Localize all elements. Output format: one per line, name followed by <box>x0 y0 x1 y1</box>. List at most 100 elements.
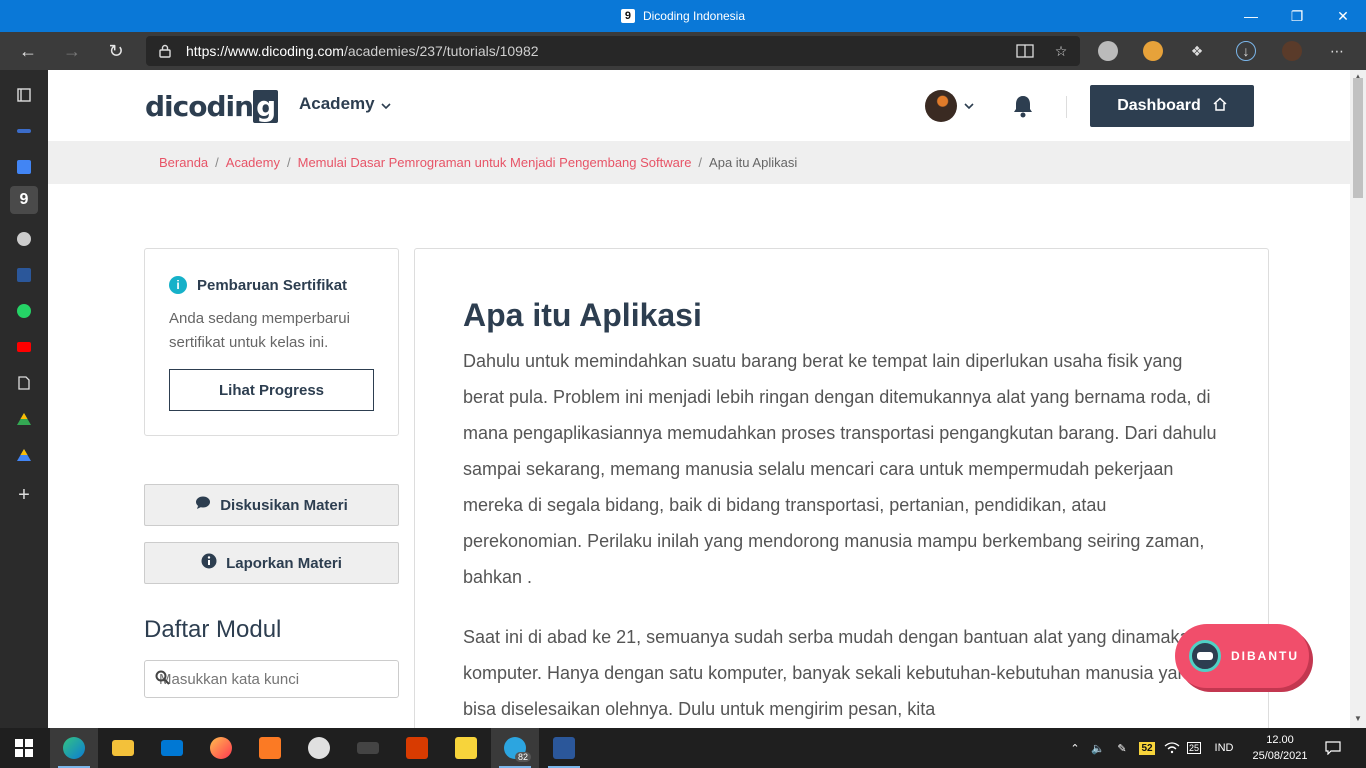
article-paragraph-1: Dahulu untuk memindahkan suatu barang be… <box>463 351 1217 587</box>
certificate-card-description: Anda sedang memperbarui sertifikat untuk… <box>169 310 350 351</box>
home-icon <box>1213 96 1227 116</box>
discuss-material-button[interactable]: Diskusikan Materi <box>144 484 399 526</box>
certificate-update-card: i Pembaruan Sertifikat Anda sedang mempe… <box>144 248 399 436</box>
url-path: /academies/237/tutorials/10982 <box>343 43 539 59</box>
tray-app-badge[interactable]: 52 <box>1138 728 1156 768</box>
window-title: 9 Dicoding Indonesia <box>0 0 1366 32</box>
close-icon[interactable]: ✕ <box>1320 0 1366 32</box>
xampp-icon[interactable] <box>246 728 294 768</box>
avatar-chevron-down-icon[interactable] <box>964 98 974 112</box>
tab-page-icon[interactable] <box>10 369 38 397</box>
dashboard-label: Dashboard <box>1117 97 1201 114</box>
input-language[interactable]: IND <box>1208 728 1240 768</box>
article-paragraph-2: Saat ini di abad ke 21, semuanya sudah s… <box>463 627 1200 719</box>
module-search-field[interactable] <box>144 660 399 698</box>
view-progress-button[interactable]: Lihat Progress <box>169 369 374 411</box>
dicoding-favicon-icon: 9 <box>620 9 635 23</box>
sticky-notes-icon[interactable] <box>442 728 490 768</box>
breadcrumb-current: Apa itu Aplikasi <box>709 155 798 170</box>
tab-word-icon[interactable] <box>10 261 38 289</box>
reader-view-icon[interactable] <box>1014 40 1036 62</box>
telegram-icon[interactable]: 82 <box>491 728 539 768</box>
breadcrumb-separator: / <box>286 155 291 170</box>
file-explorer-icon[interactable] <box>99 728 147 768</box>
dibantu-label: DIBANTU <box>1231 649 1299 663</box>
article-card: Apa itu Aplikasi Dahulu untuk memindahka… <box>414 248 1269 728</box>
header-divider <box>1066 96 1067 118</box>
paint-icon[interactable] <box>295 728 343 768</box>
tab-github-icon[interactable] <box>10 225 38 253</box>
extension-owl-icon[interactable] <box>1143 41 1163 61</box>
breadcrumb-academy[interactable]: Academy <box>226 155 280 170</box>
tab-stripe-icon[interactable] <box>10 117 38 145</box>
article-title: Apa itu Aplikasi <box>463 297 702 333</box>
user-avatar[interactable] <box>925 90 957 122</box>
lock-icon <box>158 44 172 58</box>
robot-icon <box>1189 640 1221 672</box>
report-material-button[interactable]: Laporkan Materi <box>144 542 399 584</box>
site-header: dicodin g Academy Dashboard <box>48 70 1350 141</box>
firefox-icon[interactable] <box>197 728 245 768</box>
downloads-icon[interactable]: ↓ <box>1236 41 1256 61</box>
notification-center-icon[interactable] <box>1322 728 1344 768</box>
add-favorite-icon[interactable]: ☆ <box>1050 40 1072 62</box>
tab-drive-2-icon[interactable] <box>10 441 38 469</box>
dibantu-help-button[interactable]: DIBANTU <box>1175 624 1309 688</box>
mail-icon[interactable] <box>148 728 196 768</box>
vertical-tabs-panel: 9 + <box>0 70 48 728</box>
telegram-badge: 82 <box>515 752 532 762</box>
tray-chevron-up-icon[interactable]: ⌃ <box>1066 728 1084 768</box>
clock-time: 12.00 <box>1266 734 1294 746</box>
refresh-icon[interactable]: ↻ <box>101 36 131 66</box>
web-page: dicodin g Academy Dashboard Beranda / Aca… <box>48 70 1350 728</box>
tab-docs-icon[interactable] <box>10 153 38 181</box>
dashboard-button[interactable]: Dashboard <box>1090 85 1254 127</box>
module-search-input[interactable] <box>159 670 379 688</box>
tab-actions-icon[interactable] <box>10 81 38 109</box>
certificate-card-title: Pembaruan Sertifikat <box>197 276 348 294</box>
report-material-label: Laporkan Materi <box>226 554 342 572</box>
tab-youtube-icon[interactable] <box>10 333 38 361</box>
breadcrumb-beranda[interactable]: Beranda <box>159 155 208 170</box>
breadcrumb-course[interactable]: Memulai Dasar Pemrograman untuk Menjadi … <box>298 155 692 170</box>
pen-icon[interactable]: ✎ <box>1112 728 1132 768</box>
clock-date: 25/08/2021 <box>1252 750 1308 762</box>
notification-bell-icon[interactable] <box>1012 94 1034 118</box>
module-list-title: Daftar Modul <box>144 616 282 643</box>
scroll-down-icon[interactable]: ▼ <box>1354 714 1362 723</box>
system-clock[interactable]: 12.00 25/08/2021 <box>1240 732 1320 764</box>
scrollbar-thumb[interactable] <box>1353 78 1363 198</box>
info-icon: i <box>169 276 187 294</box>
back-arrow-icon[interactable]: ← <box>13 36 43 66</box>
wifi-icon[interactable] <box>1162 728 1182 768</box>
keyboard-icon[interactable] <box>344 728 392 768</box>
more-menu-icon[interactable]: ⋯ <box>1327 41 1347 61</box>
new-tab-plus-icon[interactable]: + <box>10 481 38 509</box>
profile-avatar-icon[interactable] <box>1282 41 1302 61</box>
office-icon[interactable] <box>393 728 441 768</box>
browser-toolbar: ← → ↻ https://www.dicoding.com/academies… <box>0 32 1366 70</box>
extensions-puzzle-icon[interactable]: ❖ <box>1187 41 1207 61</box>
volume-icon[interactable]: 🔈 <box>1088 728 1108 768</box>
breadcrumb-separator: / <box>698 155 703 170</box>
minimize-icon[interactable]: — <box>1228 0 1274 32</box>
academy-nav-menu[interactable]: Academy <box>299 94 391 114</box>
tab-drive-icon[interactable] <box>10 405 38 433</box>
tab-dicoding-icon[interactable]: 9 <box>10 186 38 214</box>
search-icon <box>155 670 170 689</box>
extension-profile-icon[interactable] <box>1098 41 1118 61</box>
url-host: https://www.dicoding.com <box>186 43 344 59</box>
edge-browser-icon[interactable] <box>50 728 98 768</box>
windows-start-icon[interactable] <box>0 728 48 768</box>
academy-nav-label: Academy <box>299 94 375 113</box>
address-bar[interactable]: https://www.dicoding.com/academies/237/t… <box>146 36 1080 66</box>
calendar-badge-icon[interactable]: 25 <box>1186 728 1202 768</box>
page-scrollbar[interactable]: ▲ ▼ <box>1350 70 1366 728</box>
restore-icon[interactable]: ❐ <box>1274 0 1320 32</box>
dicoding-logo[interactable]: dicodin g <box>145 90 279 123</box>
forward-arrow-icon[interactable]: → <box>57 36 87 66</box>
chat-bubble-icon <box>195 496 211 514</box>
url-text: https://www.dicoding.com/academies/237/t… <box>186 43 539 59</box>
tab-whatsapp-icon[interactable] <box>10 297 38 325</box>
word-icon[interactable] <box>540 728 588 768</box>
